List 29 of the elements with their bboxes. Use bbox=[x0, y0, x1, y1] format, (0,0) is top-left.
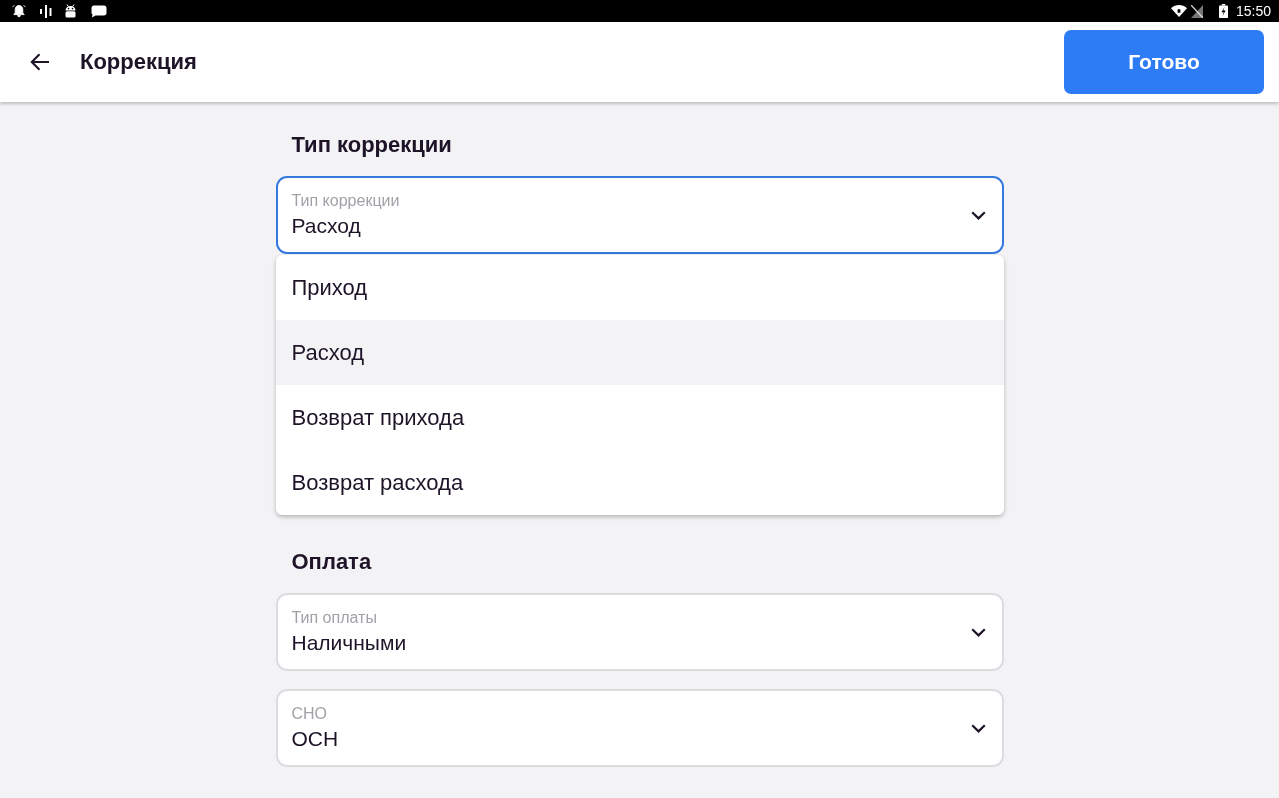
speech-bubble-icon bbox=[91, 4, 107, 18]
dropdown-option[interactable]: Расход bbox=[275, 320, 1004, 385]
dropdown-option[interactable]: Приход bbox=[275, 255, 1004, 320]
robot-icon bbox=[64, 4, 77, 18]
field-label: СНО bbox=[291, 704, 328, 724]
field-value: Расход bbox=[291, 213, 361, 239]
status-time: 15:50 bbox=[1235, 3, 1271, 19]
bars-icon bbox=[40, 4, 52, 18]
dropdown-option[interactable]: Возврат прихода bbox=[275, 385, 1004, 450]
back-arrow-icon[interactable] bbox=[30, 53, 50, 71]
dropdown-option[interactable]: Возврат расхода bbox=[275, 450, 1004, 515]
chevron-down-icon bbox=[970, 210, 986, 220]
page-title: Коррекция bbox=[80, 48, 197, 76]
field-value: Наличными bbox=[291, 630, 407, 656]
battery-charging-icon bbox=[1218, 4, 1228, 18]
crossed-sim-icon bbox=[1190, 4, 1203, 18]
chevron-down-icon bbox=[970, 627, 986, 637]
field-label: Тип коррекции bbox=[291, 191, 400, 211]
section-title: Оплата bbox=[290, 548, 373, 576]
select-field[interactable]: СНО ОСН bbox=[275, 689, 1004, 767]
wifi-icon bbox=[1170, 5, 1187, 17]
field-value: ОСН bbox=[291, 726, 339, 752]
select-field[interactable]: Тип коррекции Расход bbox=[275, 176, 1004, 254]
done-button[interactable]: Готово bbox=[1064, 30, 1264, 94]
select-field[interactable]: Тип оплаты Наличными bbox=[275, 593, 1004, 671]
chevron-down-icon bbox=[970, 723, 986, 733]
field-label: Тип оплаты bbox=[291, 608, 377, 628]
bell-icon bbox=[12, 4, 26, 18]
section-title: Тип коррекции bbox=[290, 131, 453, 159]
